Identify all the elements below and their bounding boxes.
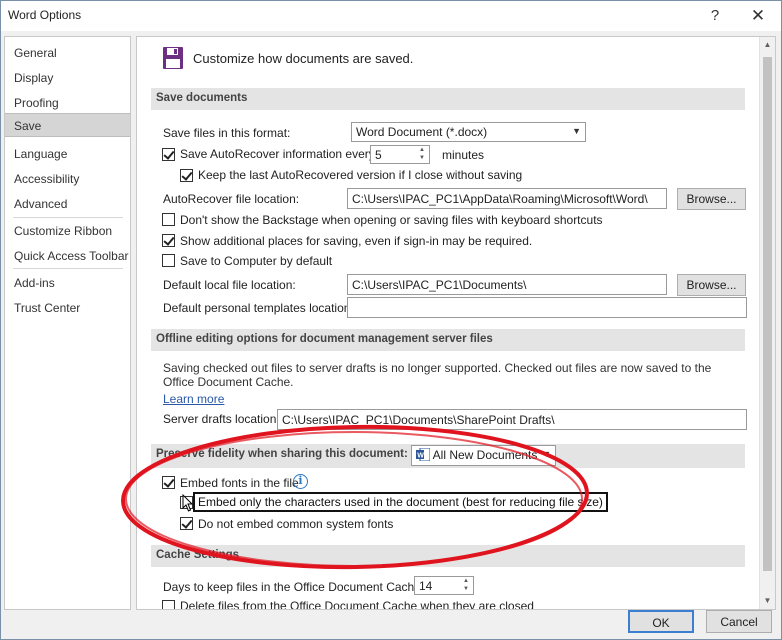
- keep-last-checkbox[interactable]: [180, 169, 193, 182]
- nav-item-language[interactable]: Language: [5, 142, 130, 166]
- fidelity-document-dropdown[interactable]: W All New Documents ▼: [411, 445, 556, 466]
- format-label: Save files in this format:: [163, 126, 291, 140]
- preserve-fidelity-label: Preserve fidelity when sharing this docu…: [156, 448, 408, 460]
- additional-places-checkbox[interactable]: [162, 234, 175, 247]
- spinner-arrows-icon[interactable]: ▲ ▼: [416, 146, 428, 163]
- nav-item-advanced[interactable]: Advanced: [5, 192, 130, 216]
- minutes-label: minutes: [442, 148, 485, 162]
- nav-item-quick-access-toolbar[interactable]: Quick Access Toolbar: [5, 244, 130, 268]
- nav-divider: [13, 217, 123, 218]
- additional-places-label: Show additional places for saving, even …: [180, 234, 533, 248]
- scroll-up-icon[interactable]: ▲: [760, 37, 775, 53]
- autorecover-minutes-spinner[interactable]: 5 ▲ ▼: [370, 145, 430, 164]
- days-to-keep-value: 14: [419, 579, 433, 593]
- delete-cache-checkbox[interactable]: [162, 600, 175, 609]
- nav-item-trust-center[interactable]: Trust Center: [5, 296, 130, 320]
- offline-note: Saving checked out files to server draft…: [163, 361, 712, 389]
- format-dropdown-value: Word Document (*.docx): [356, 125, 488, 139]
- no-common-fonts-label: Do not embed common system fonts: [198, 517, 394, 531]
- learn-more-link[interactable]: Learn more: [163, 392, 224, 406]
- days-to-keep-label: Days to keep files in the Office Documen…: [163, 580, 425, 594]
- embed-only-used-label: Embed only the characters used in the do…: [193, 492, 608, 512]
- chevron-down-icon: ▼: [542, 449, 551, 459]
- personal-templates-label: Default personal templates location:: [163, 301, 354, 315]
- mouse-cursor-icon: [182, 494, 194, 512]
- cancel-button[interactable]: Cancel: [706, 610, 772, 633]
- nav-item-general[interactable]: General: [5, 41, 130, 65]
- autorecover-checkbox[interactable]: [162, 148, 175, 161]
- svg-text:W: W: [417, 453, 424, 460]
- personal-templates-input[interactable]: [347, 297, 747, 318]
- section-cache-settings: Cache Settings: [151, 545, 745, 567]
- keep-last-label: Keep the last AutoRecovered version if I…: [198, 168, 523, 182]
- fidelity-document-value: All New Documents: [432, 448, 538, 462]
- embed-fonts-label: Embed fonts in the file: [180, 476, 299, 490]
- help-button[interactable]: ?: [702, 4, 728, 28]
- browse-autorecover-button[interactable]: Browse...: [677, 188, 746, 210]
- section-offline-editing: Offline editing options for document man…: [151, 329, 745, 351]
- word-options-dialog: Word Options ? ✕ General Display Proofin…: [0, 0, 782, 640]
- backstage-label: Don't show the Backstage when opening or…: [180, 213, 603, 227]
- nav-item-add-ins[interactable]: Add-ins: [5, 271, 130, 295]
- autorecover-location-input[interactable]: C:\Users\IPAC_PC1\AppData\Roaming\Micros…: [347, 188, 667, 209]
- save-floppy-icon: [163, 47, 183, 69]
- info-icon[interactable]: i: [293, 474, 308, 489]
- nav-item-save[interactable]: Save: [5, 113, 130, 137]
- scroll-down-icon[interactable]: ▼: [760, 593, 775, 609]
- backstage-checkbox[interactable]: [162, 213, 175, 226]
- default-local-label: Default local file location:: [163, 278, 296, 292]
- nav-item-display[interactable]: Display: [5, 66, 130, 90]
- options-nav: General Display Proofing Save Language A…: [4, 36, 131, 610]
- embed-fonts-checkbox[interactable]: [162, 476, 175, 489]
- dialog-title: Word Options: [8, 8, 82, 22]
- word-document-icon: W: [416, 447, 431, 462]
- scroll-thumb[interactable]: [763, 57, 772, 571]
- nav-item-accessibility[interactable]: Accessibility: [5, 167, 130, 191]
- section-save-documents: Save documents: [151, 88, 745, 110]
- autorecover-location-label: AutoRecover file location:: [163, 192, 300, 206]
- spinner-arrows-icon[interactable]: ▲ ▼: [460, 577, 472, 594]
- delete-cache-label: Delete files from the Office Document Ca…: [180, 599, 534, 610]
- nav-item-proofing[interactable]: Proofing: [5, 91, 130, 115]
- days-to-keep-spinner[interactable]: 14 ▲ ▼: [414, 576, 474, 595]
- server-drafts-label: Server drafts location:: [163, 412, 280, 426]
- save-to-computer-label: Save to Computer by default: [180, 254, 333, 268]
- panel-heading: Customize how documents are saved.: [193, 51, 414, 66]
- close-button[interactable]: ✕: [745, 4, 771, 28]
- server-drafts-input[interactable]: C:\Users\IPAC_PC1\Documents\SharePoint D…: [277, 409, 747, 430]
- ok-button[interactable]: OK: [628, 610, 694, 633]
- vertical-scrollbar[interactable]: ▲ ▼: [759, 37, 775, 609]
- browse-local-button[interactable]: Browse...: [677, 274, 746, 296]
- nav-item-customize-ribbon[interactable]: Customize Ribbon: [5, 219, 130, 243]
- chevron-down-icon: ▼: [572, 126, 581, 136]
- title-bar: Word Options ? ✕: [1, 1, 781, 31]
- default-local-input[interactable]: C:\Users\IPAC_PC1\Documents\: [347, 274, 667, 295]
- nav-divider: [13, 268, 123, 269]
- autorecover-label: Save AutoRecover information every: [180, 147, 375, 161]
- autorecover-minutes-value: 5: [375, 148, 382, 162]
- save-options-panel: Customize how documents are saved. Save …: [136, 36, 776, 610]
- format-dropdown[interactable]: Word Document (*.docx) ▼: [351, 122, 586, 142]
- save-to-computer-checkbox[interactable]: [162, 254, 175, 267]
- no-common-fonts-checkbox[interactable]: [180, 517, 193, 530]
